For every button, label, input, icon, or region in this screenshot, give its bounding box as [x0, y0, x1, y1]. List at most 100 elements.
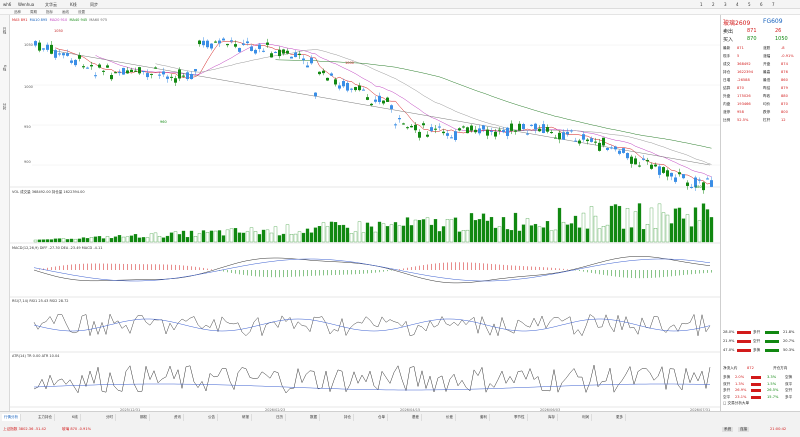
- bottom-tab[interactable]: 研报: [240, 414, 252, 421]
- candle-body: [246, 41, 249, 44]
- volume-bar: [373, 231, 378, 243]
- menu-right-1[interactable]: 1: [700, 2, 703, 7]
- volume-bar: [573, 215, 578, 243]
- candle-body: [42, 48, 45, 50]
- bottom-tab[interactable]: 主力持仓: [36, 414, 55, 421]
- bottom-tab[interactable]: 分时: [104, 414, 116, 421]
- candle-body: [590, 138, 593, 142]
- flow-footer: 净流入约 872 开仓方向: [723, 366, 788, 370]
- menu-right-4[interactable]: 4: [736, 2, 739, 7]
- menu-right-7[interactable]: 7: [772, 2, 775, 7]
- flow-bar-right: [765, 331, 779, 334]
- bottom-tab[interactable]: 持仓: [342, 414, 354, 421]
- candle-body: [554, 137, 557, 139]
- flow-bar-left: [737, 349, 751, 352]
- volume-bar: [629, 227, 634, 243]
- candle-body: [442, 131, 445, 134]
- volume-bar: [665, 214, 670, 243]
- chart-area[interactable]: MA5 891 MA10 895 MA20 910 MA40 945 MA60 …: [10, 15, 720, 411]
- candle-body: [322, 70, 325, 74]
- bottom-tab[interactable]: 资讯: [172, 414, 184, 421]
- candle-body: [94, 75, 97, 77]
- bottom-tab[interactable]: 日历: [274, 414, 286, 421]
- index-status: 上证指数 3802.36 -51.42: [3, 427, 47, 431]
- menu-right-5[interactable]: 5: [748, 2, 751, 7]
- candle-body: [238, 47, 241, 52]
- leftbar-kline[interactable]: K线: [2, 65, 8, 71]
- leftbar-timeshare[interactable]: 分时: [2, 103, 8, 110]
- candle-body: [334, 79, 337, 85]
- flow-bar-left: [737, 331, 751, 334]
- bottom-tab[interactable]: 基差: [410, 414, 422, 421]
- bottom-tab[interactable]: 价差: [444, 414, 456, 421]
- volume-bar: [105, 236, 110, 243]
- candle-body: [386, 97, 389, 102]
- menu-item-brand[interactable]: Wenhua: [18, 2, 34, 7]
- candle-body: [354, 87, 357, 91]
- menu-right-6[interactable]: 6: [760, 2, 763, 7]
- volume-bar: [661, 212, 666, 243]
- candle-body: [542, 124, 545, 134]
- menu-item-kline[interactable]: K线: [70, 2, 77, 8]
- bottom-tab[interactable]: 季节性: [512, 414, 528, 421]
- bottom-tab[interactable]: K线: [70, 414, 81, 421]
- candle-body: [282, 49, 285, 54]
- volume-bar: [545, 221, 550, 243]
- candle-body: [562, 132, 565, 140]
- volume-bar: [701, 203, 706, 243]
- volume-pane-title: VOL 成交量 368492.00 持仓量 1622394.00: [12, 190, 85, 194]
- leftbar-daily[interactable]: 日线: [2, 27, 8, 34]
- bottom-tab[interactable]: 仓单: [376, 414, 388, 421]
- volume-bar: [209, 230, 214, 243]
- candle-body: [450, 137, 453, 139]
- menu-right-3[interactable]: 3: [724, 2, 727, 7]
- volume-bar: [481, 213, 486, 243]
- candle-body: [490, 130, 493, 132]
- volume-bar: [181, 230, 186, 243]
- candle-body: [430, 127, 433, 131]
- volume-bar: [153, 232, 158, 243]
- menu-item-cloud[interactable]: 文华云: [45, 2, 57, 8]
- volume-bar: [341, 224, 346, 243]
- volume-bar: [145, 237, 150, 243]
- volume-bar: [33, 239, 38, 243]
- candle-body: [330, 73, 333, 76]
- volume-bar: [633, 211, 638, 243]
- dist-footer[interactable]: □ 交易分析大单: [723, 401, 799, 406]
- candle-body: [174, 78, 177, 83]
- candle-body: [90, 65, 93, 67]
- menu-item-app[interactable]: wh6: [3, 2, 11, 7]
- chart-canvas[interactable]: [10, 15, 720, 411]
- bottom-tab[interactable]: 套利: [478, 414, 490, 421]
- bottom-tab[interactable]: 利润: [580, 414, 592, 421]
- bottom-tab[interactable]: 数据: [308, 414, 320, 421]
- candle-body: [618, 150, 621, 154]
- candle-body: [402, 123, 405, 125]
- candle-body: [146, 73, 149, 78]
- candle-body: [506, 127, 509, 136]
- bottom-tab[interactable]: 行情分析: [2, 414, 21, 421]
- candle-body: [566, 131, 569, 135]
- volume-bar: [277, 235, 282, 243]
- menu-right-2[interactable]: 2: [712, 2, 715, 7]
- bottom-tab[interactable]: 更多: [614, 414, 626, 421]
- candle-body: [226, 43, 229, 46]
- volume-bar: [553, 229, 558, 243]
- candle-body: [182, 75, 185, 77]
- candle-body: [702, 182, 705, 191]
- system-button[interactable]: 系统: [722, 427, 734, 432]
- candle-body: [410, 125, 413, 128]
- bottom-tab[interactable]: 库存: [546, 414, 558, 421]
- bottom-tab[interactable]: 期权: [138, 414, 150, 421]
- candle-body: [414, 124, 417, 131]
- connect-button[interactable]: 连接: [738, 427, 750, 432]
- volume-bar: [93, 236, 98, 243]
- candle-body: [546, 127, 549, 132]
- candle-body: [466, 127, 469, 134]
- ma-line: [155, 49, 712, 165]
- volume-bar: [589, 206, 594, 243]
- candle-body: [166, 76, 169, 79]
- menu-item-sync[interactable]: 同步: [90, 2, 98, 8]
- bottom-tab[interactable]: 公告: [206, 414, 218, 421]
- detail-row: 最新 871 涨跌 -8: [723, 46, 785, 50]
